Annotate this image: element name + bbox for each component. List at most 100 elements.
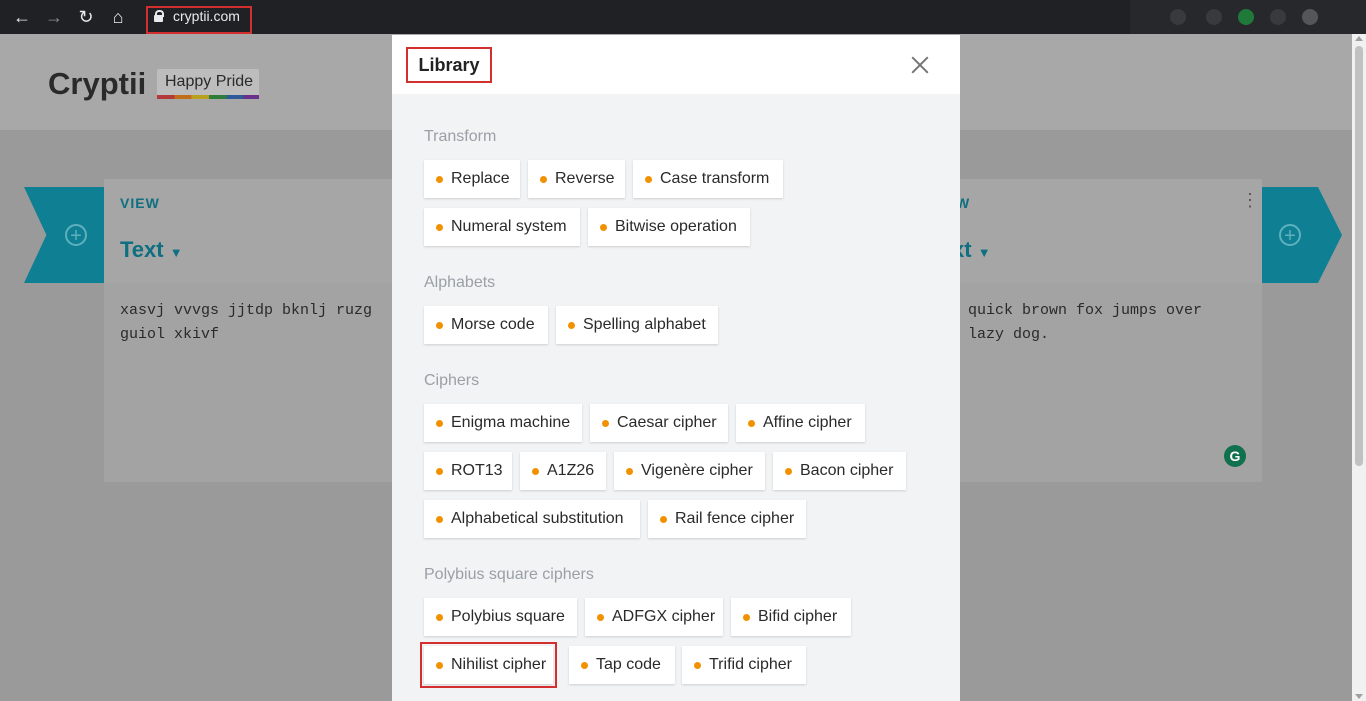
section-title-polybius: Polybius square ciphers (424, 566, 594, 583)
view-type-label: Text (120, 237, 164, 262)
extension-icon[interactable] (1270, 9, 1286, 25)
card-header: W xt ▼ ⋮ (952, 179, 1262, 283)
home-icon[interactable]: ⌂ (108, 7, 128, 27)
caret-down-icon: ▼ (977, 245, 991, 260)
more-options-icon[interactable]: ⋮ (1241, 191, 1259, 209)
bullet-dot-icon (581, 662, 588, 669)
back-arrow-icon[interactable]: ← (12, 7, 32, 27)
pride-badge: Happy Pride (157, 69, 259, 99)
library-item-label: Rail fence cipher (675, 510, 795, 527)
modal-title: Library (406, 47, 492, 83)
bullet-dot-icon (436, 662, 443, 669)
address-bar-url[interactable]: cryptii.com (173, 8, 240, 24)
bullet-dot-icon (600, 224, 607, 231)
library-item[interactable]: Morse code (424, 306, 548, 344)
reload-icon[interactable]: ↻ (76, 7, 96, 27)
library-item[interactable]: Spelling alphabet (556, 306, 718, 344)
library-item-label: Trifid cipher (709, 656, 792, 673)
library-item-label: A1Z26 (547, 462, 595, 479)
library-item-label: Vigenère cipher (641, 462, 753, 479)
bullet-dot-icon (748, 420, 755, 427)
bullet-dot-icon (597, 614, 604, 621)
bullet-dot-icon (436, 322, 443, 329)
library-item-label: Bacon cipher (800, 462, 894, 479)
scroll-up-arrow-icon[interactable] (1355, 36, 1363, 41)
library-item-label: Affine cipher (763, 414, 852, 431)
library-item[interactable]: Caesar cipher (590, 404, 728, 442)
library-item[interactable]: Vigenère cipher (614, 452, 765, 490)
library-item-label: Bifid cipher (758, 608, 838, 625)
add-brick-left[interactable]: + (24, 187, 104, 283)
library-item[interactable]: Replace (424, 160, 520, 198)
site-logo[interactable]: Cryptii (48, 66, 146, 102)
library-item-label: Bitwise operation (615, 218, 737, 235)
page-scrollbar[interactable] (1352, 34, 1366, 701)
text-view-card-left: VIEW Text ▼ xasvj vvvgs jjtdp bknlj ruzg… (104, 179, 404, 482)
library-item-label: Reverse (555, 170, 615, 187)
bullet-dot-icon (602, 420, 609, 427)
text-content[interactable]: xasvj vvvgs jjtdp bknlj ruzg guiol xkivf (120, 299, 372, 347)
pride-badge-label: Happy Pride (165, 73, 254, 90)
text-view-card-right: W xt ▼ ⋮ quick brown fox jumps over lazy… (952, 179, 1262, 482)
bullet-dot-icon (532, 468, 539, 475)
forward-arrow-icon[interactable]: → (44, 7, 64, 27)
scroll-down-arrow-icon[interactable] (1355, 694, 1363, 699)
library-item[interactable]: Enigma machine (424, 404, 582, 442)
library-item-label: Replace (451, 170, 510, 187)
library-item-label: Case transform (660, 170, 770, 187)
library-item[interactable]: Bifid cipher (731, 598, 851, 636)
bullet-dot-icon (785, 468, 792, 475)
add-brick-right[interactable]: + (1262, 187, 1342, 283)
scrollbar-thumb[interactable] (1355, 46, 1363, 466)
browser-toolbar: ← → ↻ ⌂ cryptii.com (0, 0, 1366, 34)
close-icon[interactable] (910, 55, 930, 75)
library-item[interactable]: Polybius square (424, 598, 577, 636)
bullet-dot-icon (694, 662, 701, 669)
library-item-label: ROT13 (451, 462, 503, 479)
library-item[interactable]: Trifid cipher (682, 646, 806, 684)
extensions-area (1130, 0, 1366, 34)
library-item[interactable]: A1Z26 (520, 452, 606, 490)
library-item[interactable]: Tap code (569, 646, 675, 684)
plus-circle-icon: + (65, 224, 87, 247)
caret-down-icon: ▼ (169, 245, 183, 260)
library-item[interactable]: Affine cipher (736, 404, 865, 442)
library-item[interactable]: Bacon cipher (773, 452, 906, 490)
rainbow-stripe (157, 95, 259, 99)
bullet-dot-icon (626, 468, 633, 475)
lock-icon (154, 10, 164, 22)
extension-icon[interactable] (1170, 9, 1186, 25)
library-item[interactable]: Reverse (528, 160, 625, 198)
bullet-dot-icon (660, 516, 667, 523)
library-item-label: Polybius square (451, 608, 565, 625)
extension-icon[interactable] (1238, 9, 1254, 25)
library-item[interactable]: ROT13 (424, 452, 512, 490)
bullet-dot-icon (540, 176, 547, 183)
library-item[interactable]: ADFGX cipher (585, 598, 723, 636)
library-item[interactable]: Bitwise operation (588, 208, 750, 246)
library-item[interactable]: Alphabetical substitution (424, 500, 640, 538)
section-title-transform: Transform (424, 128, 497, 145)
library-item[interactable]: Numeral system (424, 208, 580, 246)
library-item-label: Nihilist cipher (451, 656, 547, 673)
grammarly-icon[interactable]: G (1224, 445, 1246, 467)
library-item-label: Spelling alphabet (583, 316, 706, 333)
text-content[interactable]: quick brown fox jumps over lazy dog. (968, 299, 1202, 347)
extension-icon[interactable] (1302, 9, 1318, 25)
library-item-label: Morse code (451, 316, 535, 333)
library-item-label: ADFGX cipher (612, 608, 716, 625)
bullet-dot-icon (743, 614, 750, 621)
bullet-dot-icon (436, 468, 443, 475)
library-modal: Library Transform Replace Reverse Case t… (392, 35, 960, 701)
view-type-dropdown[interactable]: Text ▼ (120, 237, 183, 263)
library-item-nihilist-cipher[interactable]: Nihilist cipher (420, 642, 557, 688)
bullet-dot-icon (568, 322, 575, 329)
library-item[interactable]: Rail fence cipher (648, 500, 806, 538)
plus-circle-icon: + (1279, 224, 1301, 247)
extension-icon[interactable] (1206, 9, 1222, 25)
bullet-dot-icon (645, 176, 652, 183)
library-item-label: Alphabetical substitution (451, 510, 624, 527)
section-title-ciphers: Ciphers (424, 372, 480, 389)
library-item[interactable]: Case transform (633, 160, 783, 198)
library-item-label: Tap code (596, 656, 661, 673)
